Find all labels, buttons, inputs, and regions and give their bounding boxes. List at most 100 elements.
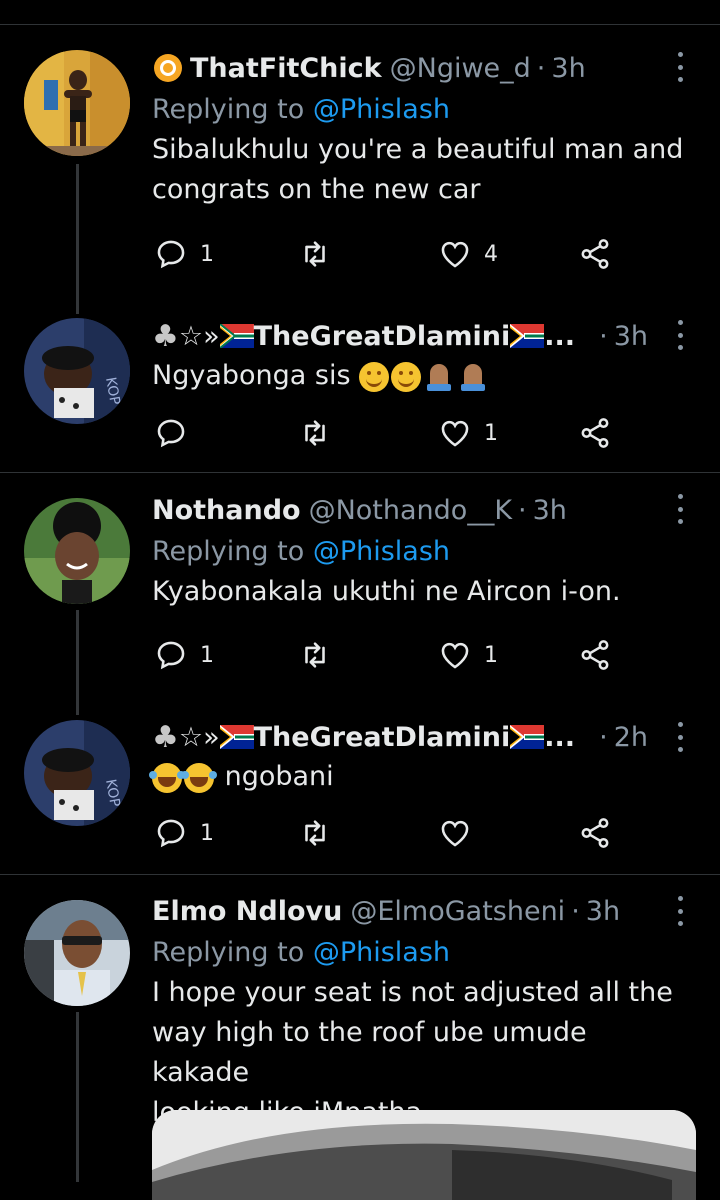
share-button[interactable] <box>578 813 612 853</box>
retweet-icon <box>305 241 325 267</box>
sun-icon <box>154 54 182 82</box>
tweet-text-line: Ngyabonga sis <box>152 360 351 391</box>
replying-label: Replying to <box>152 94 305 125</box>
timestamp[interactable]: 3h <box>533 495 567 526</box>
retweet-button[interactable] <box>298 813 344 853</box>
like-count: 4 <box>484 241 498 267</box>
separator-dot: · <box>599 721 608 753</box>
avatar[interactable]: KOP <box>24 318 130 424</box>
display-name[interactable]: ♣ ♣☆» ☆» TheGreatDlamini ... <box>152 319 575 354</box>
avatar[interactable] <box>24 900 130 1006</box>
replying-to-link[interactable]: @Phislash <box>313 94 450 125</box>
tweet-content: Nothando @Nothando__K · 3h Replying to @… <box>152 490 690 612</box>
top-divider <box>0 24 720 25</box>
avatar[interactable] <box>24 50 130 156</box>
avatar[interactable]: KOP <box>24 720 130 826</box>
media-photo <box>152 1110 696 1200</box>
like-button[interactable]: 4 <box>438 234 498 274</box>
more-options-icon[interactable] <box>668 896 692 926</box>
south-africa-flag-icon <box>219 324 254 348</box>
retweet-button[interactable] <box>298 234 344 274</box>
reply-icon <box>157 819 185 848</box>
thread-line <box>76 610 79 715</box>
display-name[interactable]: Nothando <box>152 495 301 526</box>
tweet-media-image[interactable] <box>152 1110 696 1200</box>
tweet-content: Elmo Ndlovu @ElmoGatsheni · 3h Replying … <box>152 891 690 1133</box>
share-button[interactable] <box>578 234 612 274</box>
avatar[interactable] <box>24 498 130 604</box>
star-icon: ☆» <box>178 320 220 352</box>
share-icon <box>581 818 609 848</box>
timestamp[interactable]: 3h <box>614 321 648 352</box>
folded-hands-emoji <box>457 362 489 392</box>
timestamp[interactable]: 3h <box>551 53 585 84</box>
separator-dot: · <box>518 494 527 526</box>
tweet-header: ThatFitChick @Ngiwe_d · 3h <box>152 48 690 88</box>
reply-icon <box>157 240 185 269</box>
handle[interactable]: @ElmoGatsheni <box>350 896 565 927</box>
more-options-icon[interactable] <box>668 722 692 752</box>
like-count: 1 <box>484 420 498 446</box>
name-ellipsis: ... <box>544 320 576 352</box>
like-button[interactable]: 1 <box>438 635 498 675</box>
south-africa-flag-icon <box>510 324 545 348</box>
south-africa-flag-icon <box>510 725 545 749</box>
reply-button[interactable]: 1 <box>154 234 214 274</box>
star-icon: ☆» <box>178 721 220 753</box>
tweet-text: ngobani <box>149 757 690 797</box>
retweet-button[interactable] <box>298 413 344 453</box>
tweet-actions: 1 1 <box>152 635 632 675</box>
tweet-text: Ngyabonga sis <box>152 356 690 396</box>
reply-count: 1 <box>200 642 214 668</box>
more-options-icon[interactable] <box>668 52 692 82</box>
separator-dot: · <box>536 52 546 84</box>
tweet-actions: 1 4 <box>152 234 632 274</box>
folded-hands-emoji <box>423 362 455 392</box>
avatar-image: KOP <box>24 720 130 826</box>
share-icon <box>581 418 609 448</box>
tweet-text: I hope your seat is not adjusted all the… <box>152 973 690 1133</box>
handle[interactable]: @Nothando__K <box>309 495 512 526</box>
reply-icon <box>157 419 185 448</box>
smiling-face-emoji <box>359 361 390 392</box>
thread-line <box>76 1012 79 1182</box>
timestamp[interactable]: 2h <box>614 722 648 753</box>
reply-icon <box>157 641 185 670</box>
display-name[interactable]: ThatFitChick <box>190 53 382 84</box>
share-icon <box>581 239 609 269</box>
avatar-image <box>24 498 130 604</box>
tweet-content: ThatFitChick @Ngiwe_d · 3h Replying to @… <box>152 48 690 210</box>
tweet-actions: 1 <box>152 813 632 853</box>
like-button[interactable] <box>438 813 484 853</box>
club-suit-icon: ♣ <box>152 318 179 354</box>
replying-to-link[interactable]: @Phislash <box>313 536 450 567</box>
timestamp[interactable]: 3h <box>586 896 620 927</box>
reply-button[interactable]: 1 <box>154 813 214 853</box>
replying-to-link[interactable]: @Phislash <box>313 937 450 968</box>
display-name-text: TheGreatDlamini <box>253 721 511 753</box>
heart-icon <box>441 420 469 447</box>
tears-of-joy-emoji <box>149 762 182 793</box>
tweet-content: ♣ ♣☆» ☆» TheGreatDlamini ... · 3h Ngyabo… <box>152 316 690 396</box>
like-button[interactable]: 1 <box>438 413 498 453</box>
retweet-icon <box>305 420 325 446</box>
replying-to: Replying to @Phislash <box>152 90 690 130</box>
heart-icon <box>441 820 469 847</box>
reply-button[interactable]: 1 <box>154 635 214 675</box>
heart-icon <box>441 241 469 268</box>
display-name[interactable]: ♣ ♣☆» ☆» TheGreatDlamini ... <box>152 720 575 755</box>
more-options-icon[interactable] <box>668 494 692 524</box>
tweet-text-line: way high to the roof ube umude kakade <box>152 1017 587 1088</box>
reply-count: 1 <box>200 820 214 846</box>
handle[interactable]: @Ngiwe_d <box>390 53 531 84</box>
share-icon <box>581 640 609 670</box>
retweet-button[interactable] <box>298 635 344 675</box>
share-button[interactable] <box>578 635 612 675</box>
display-name[interactable]: Elmo Ndlovu <box>152 896 342 927</box>
share-button[interactable] <box>578 413 612 453</box>
reply-button[interactable] <box>154 413 200 453</box>
more-options-icon[interactable] <box>668 320 692 350</box>
heart-icon <box>441 642 469 669</box>
separator-dot: · <box>571 895 580 927</box>
retweet-icon <box>305 642 325 668</box>
